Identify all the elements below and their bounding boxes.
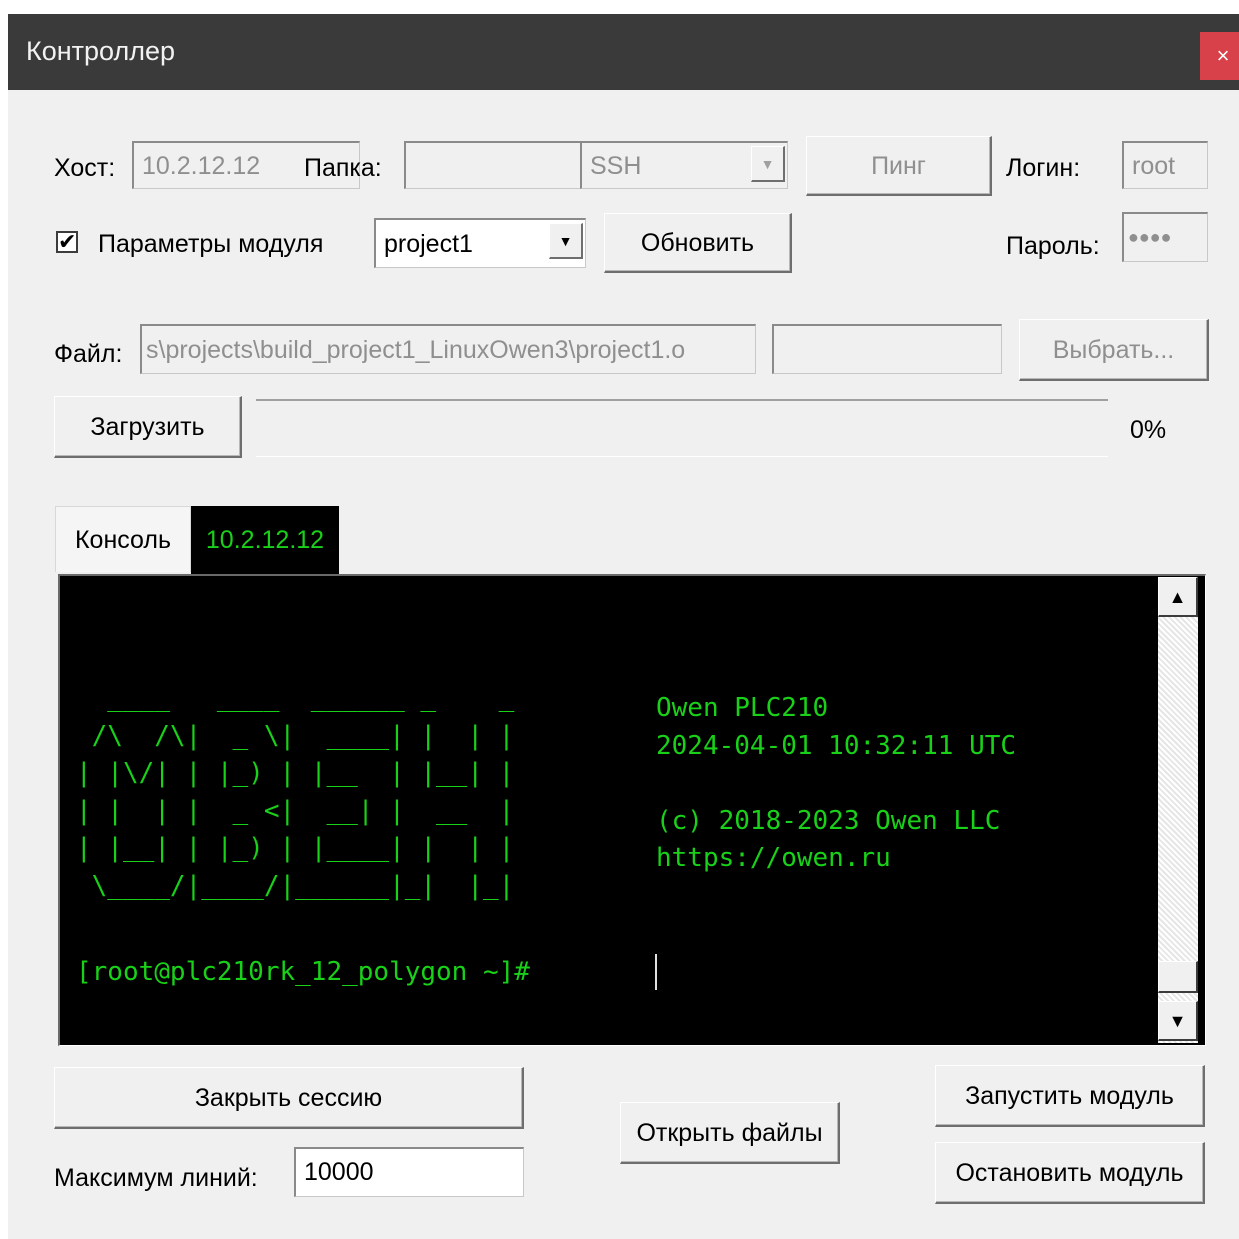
max-lines-field[interactable]: 10000 (294, 1147, 524, 1197)
scroll-down-icon[interactable]: ▼ (1158, 1001, 1198, 1041)
project-select[interactable]: project1 ▼ (374, 218, 586, 268)
refresh-button[interactable]: Обновить (604, 213, 792, 273)
title-bar: Контроллер × (8, 14, 1239, 90)
owen-ascii-logo: ____ ____ ______ _ _ /\ /\| _ \| ____| |… (76, 683, 515, 901)
console-scrollbar[interactable]: ▲ ▼ (1158, 577, 1198, 1043)
login-label: Логин: (1006, 154, 1081, 182)
ping-button[interactable]: Пинг (806, 136, 992, 196)
file-extra-field[interactable] (772, 324, 1002, 374)
text-cursor (655, 954, 657, 990)
module-params-label: Параметры модуля (98, 230, 324, 258)
scroll-up-icon[interactable]: ▲ (1158, 577, 1198, 617)
stop-module-button[interactable]: Остановить модуль (935, 1142, 1205, 1204)
folder-label: Папка: (304, 154, 382, 182)
max-lines-label: Максимум линий: (54, 1164, 258, 1192)
file-path-field[interactable]: s\projects\build_project1_LinuxOwen3\pro… (140, 324, 756, 374)
password-field[interactable]: ●●●● (1122, 212, 1208, 262)
tab-host[interactable]: 10.2.12.12 (191, 506, 339, 574)
terminal-console[interactable]: ____ ____ ______ _ _ /\ /\| _ \| ____| |… (58, 574, 1206, 1046)
login-field[interactable]: root (1122, 141, 1208, 189)
system-info: Owen PLC210 2024-04-01 10:32:11 UTC (c) … (656, 693, 1017, 873)
upload-button[interactable]: Загрузить (54, 396, 242, 458)
folder-field[interactable] (404, 141, 582, 189)
password-label: Пароль: (1006, 232, 1100, 260)
tab-console[interactable]: Консоль (55, 506, 191, 572)
host-label: Хост: (54, 154, 116, 182)
start-module-button[interactable]: Запустить модуль (935, 1065, 1205, 1127)
controller-window: Контроллер × Хост: 10.2.12.12 Папка: SSH… (8, 14, 1239, 1239)
open-files-button[interactable]: Открыть файлы (620, 1102, 840, 1164)
project-value: project1 (384, 230, 473, 258)
progress-percent: 0% (1130, 416, 1167, 444)
scroll-thumb[interactable] (1158, 961, 1198, 993)
protocol-select[interactable]: SSH ▼ (580, 141, 788, 189)
close-session-button[interactable]: Закрыть сессию (54, 1067, 524, 1129)
upload-progress-bar (256, 399, 1108, 457)
module-params-checkbox[interactable]: ✔ (56, 231, 78, 253)
protocol-value: SSH (590, 152, 642, 180)
choose-file-button[interactable]: Выбрать... (1019, 319, 1209, 381)
shell-prompt: [root@plc210rk_12_polygon ~]# (76, 957, 530, 987)
chevron-down-icon[interactable]: ▼ (751, 146, 785, 182)
close-icon[interactable]: × (1200, 32, 1239, 80)
window-title: Контроллер (26, 36, 176, 66)
file-label: Файл: (54, 340, 123, 368)
chevron-down-icon[interactable]: ▼ (549, 223, 583, 259)
